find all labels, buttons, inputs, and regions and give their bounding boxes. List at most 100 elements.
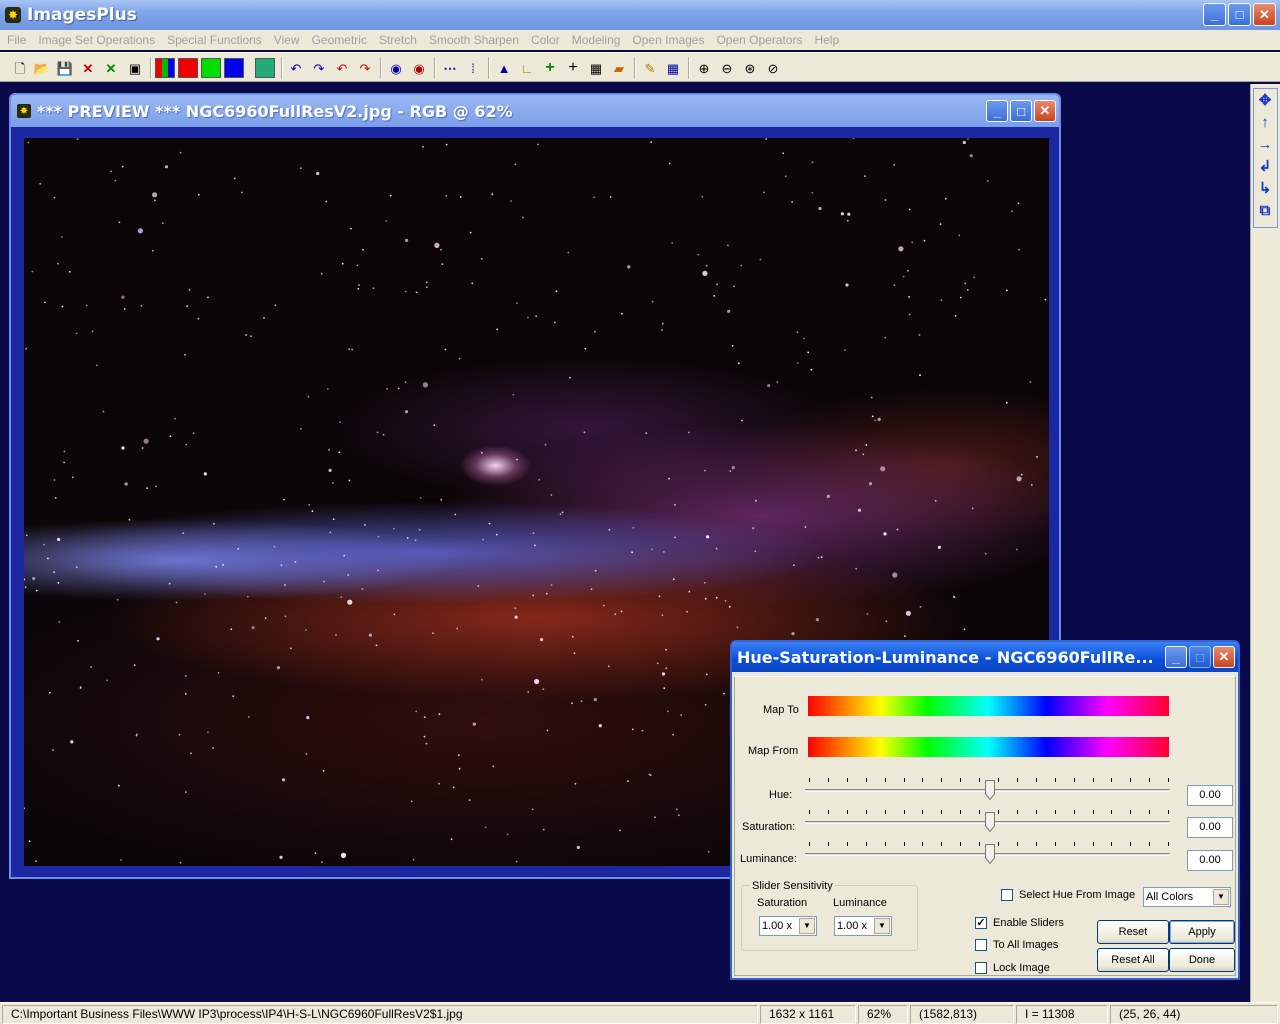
new-file-icon[interactable]: 🗋 xyxy=(10,58,30,78)
menu-special-functions[interactable]: Special Functions xyxy=(162,33,269,47)
chevron-down-icon[interactable]: ▼ xyxy=(874,918,890,934)
menu-smooth-sharpen[interactable]: Smooth Sharpen xyxy=(424,33,526,47)
luminance-slider[interactable] xyxy=(805,842,1170,866)
select-icon[interactable] xyxy=(255,58,275,78)
green-channel-icon[interactable] xyxy=(201,58,221,78)
rotate-left-icon[interactable]: ↲ xyxy=(1255,156,1275,176)
preview-close-button[interactable]: ✕ xyxy=(1034,100,1056,122)
redo-red-icon[interactable]: ↷ xyxy=(355,58,375,78)
zoom-reset-icon[interactable]: ⊘ xyxy=(763,58,783,78)
crosshair-icon[interactable]: + xyxy=(563,58,583,78)
pencil-icon[interactable]: ✎ xyxy=(640,58,660,78)
map-from-spectrum[interactable] xyxy=(808,737,1169,757)
red-channel-icon[interactable] xyxy=(178,58,198,78)
table-icon[interactable]: ▦ xyxy=(663,58,683,78)
hue-slider[interactable] xyxy=(805,778,1170,802)
dots-icon[interactable]: ⋯ xyxy=(440,58,460,78)
axis-icon[interactable]: ∟ xyxy=(517,58,537,78)
saturation-sensitivity-select[interactable]: 1.00 x ▼ xyxy=(759,916,817,936)
blue-channel-icon[interactable] xyxy=(224,58,244,78)
to-all-images-checkbox[interactable] xyxy=(975,939,987,951)
graph-icon[interactable]: ⁞ xyxy=(463,58,483,78)
move-all-icon[interactable]: ✥ xyxy=(1255,90,1275,110)
select-hue-label: Select Hue From Image xyxy=(1019,889,1136,901)
luminance-slider-thumb[interactable] xyxy=(985,844,995,864)
close-red-x-icon[interactable]: ✕ xyxy=(78,58,98,78)
preview-maximize-button[interactable]: □ xyxy=(1010,100,1032,122)
color-range-select[interactable]: All Colors ▼ xyxy=(1143,887,1231,907)
select-hue-checkbox[interactable] xyxy=(1001,889,1013,901)
enable-sliders-checkbox[interactable]: ✓ xyxy=(975,917,987,929)
status-dimensions: 1632 x 1161 xyxy=(760,1005,856,1024)
luminance-sensitivity-label: Luminance xyxy=(833,897,887,909)
hsl-maximize-button: □ xyxy=(1189,646,1211,668)
hsl-title: Hue-Saturation-Luminance - NGC6960FullRe… xyxy=(737,647,1154,667)
menu-stretch[interactable]: Stretch xyxy=(374,33,424,47)
circle-select-icon[interactable]: ◉ xyxy=(386,58,406,78)
zoom-in-icon[interactable]: ⊕ xyxy=(694,58,714,78)
saturation-slider[interactable] xyxy=(805,810,1170,834)
preview-title-bar[interactable]: ✸ *** PREVIEW *** NGC6960FullResV2.jpg -… xyxy=(11,95,1059,127)
luminance-sensitivity-select[interactable]: 1.00 x ▼ xyxy=(834,916,892,936)
redo-icon[interactable]: ↷ xyxy=(309,58,329,78)
undo-red-icon[interactable]: ↶ xyxy=(332,58,352,78)
hsl-title-bar[interactable]: Hue-Saturation-Luminance - NGC6960FullRe… xyxy=(732,642,1238,672)
app-maximize-button[interactable]: □ xyxy=(1228,3,1251,26)
hue-slider-thumb[interactable] xyxy=(985,780,995,800)
arrow-up-icon[interactable]: ↑ xyxy=(1255,112,1275,132)
zoom-out-icon[interactable]: ⊖ xyxy=(717,58,737,78)
hsl-dialog[interactable]: Hue-Saturation-Luminance - NGC6960FullRe… xyxy=(730,640,1240,980)
open-folder-icon[interactable]: 📂 xyxy=(32,58,52,78)
luminance-value-field[interactable]: 0.00 xyxy=(1187,850,1233,871)
preview-window-icon[interactable]: ✸ xyxy=(17,104,31,118)
menu-help[interactable]: Help xyxy=(810,33,847,47)
circle-red-icon[interactable]: ◉ xyxy=(409,58,429,78)
app-title-bar: ✸ ImagesPlus _ □ ✕ xyxy=(0,0,1280,30)
apply-button[interactable]: Apply xyxy=(1169,920,1235,944)
menu-modeling[interactable]: Modeling xyxy=(567,33,628,47)
hue-value-field[interactable]: 0.00 xyxy=(1187,785,1233,806)
zoom-fit-icon[interactable]: ⊛ xyxy=(740,58,760,78)
reset-button[interactable]: Reset xyxy=(1097,920,1169,944)
close-green-x-icon[interactable]: ✕ xyxy=(101,58,121,78)
reset-all-button[interactable]: Reset All xyxy=(1097,948,1169,972)
rotate-right-icon[interactable]: ↳ xyxy=(1255,178,1275,198)
preview-minimize-button[interactable]: _ xyxy=(986,100,1008,122)
menu-file[interactable]: File xyxy=(2,33,33,47)
arrow-right-icon[interactable]: → xyxy=(1255,134,1275,154)
chevron-down-icon[interactable]: ▼ xyxy=(1213,889,1229,905)
menu-color[interactable]: Color xyxy=(526,33,567,47)
colorize-icon[interactable]: ▰ xyxy=(609,58,629,78)
crosshair-green-icon[interactable]: + xyxy=(540,58,560,78)
menu-view[interactable]: View xyxy=(269,33,307,47)
app-logo-icon[interactable]: ✸ xyxy=(5,7,21,23)
histogram-icon[interactable]: ▲ xyxy=(494,58,514,78)
grid-icon[interactable]: ▦ xyxy=(586,58,606,78)
hsl-close-button[interactable]: ✕ xyxy=(1213,646,1235,668)
menu-bar: File Image Set Operations Special Functi… xyxy=(0,30,1280,50)
luminance-label: Luminance: xyxy=(740,853,797,865)
print-icon[interactable]: ▣ xyxy=(125,58,145,78)
map-to-spectrum[interactable] xyxy=(808,696,1169,716)
status-rgb-value: (25, 26, 44) xyxy=(1110,1005,1278,1024)
menu-open-images[interactable]: Open Images xyxy=(627,33,711,47)
saturation-label: Saturation: xyxy=(742,821,796,833)
saturation-slider-thumb[interactable] xyxy=(985,812,995,832)
menu-image-set-operations[interactable]: Image Set Operations xyxy=(33,33,162,47)
saturation-value-field[interactable]: 0.00 xyxy=(1187,817,1233,838)
menu-geometric[interactable]: Geometric xyxy=(307,33,374,47)
lock-image-label: Lock Image xyxy=(993,962,1050,974)
menu-open-operators[interactable]: Open Operators xyxy=(711,33,809,47)
lock-image-checkbox[interactable] xyxy=(975,962,987,974)
copy-icon[interactable]: ⧉ xyxy=(1255,200,1275,220)
hsl-minimize-button[interactable]: _ xyxy=(1165,646,1187,668)
save-icon[interactable]: 💾 xyxy=(55,58,75,78)
app-close-button[interactable]: ✕ xyxy=(1253,3,1276,26)
chevron-down-icon[interactable]: ▼ xyxy=(799,918,815,934)
slider-sensitivity-label: Slider Sensitivity xyxy=(750,880,835,892)
rgb-channels-icon[interactable] xyxy=(155,58,175,78)
undo-icon[interactable]: ↶ xyxy=(286,58,306,78)
app-minimize-button[interactable]: _ xyxy=(1203,3,1226,26)
done-button[interactable]: Done xyxy=(1169,948,1235,972)
to-all-images-label: To All Images xyxy=(993,939,1059,951)
